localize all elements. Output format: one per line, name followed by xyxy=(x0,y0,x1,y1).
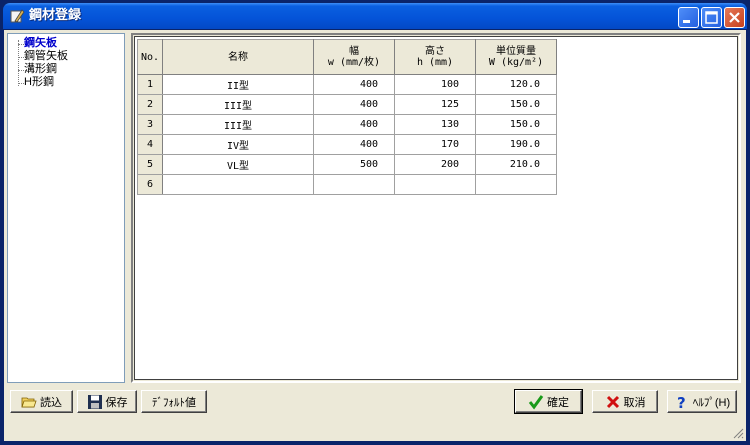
data-grid[interactable]: No. 名称 幅 w (mm/枚) 高さ h (mm) 単位質量 W (kg/m… xyxy=(134,36,738,380)
header-unit-mass-unit: W (kg/m²) xyxy=(488,57,544,68)
close-button[interactable] xyxy=(724,7,745,28)
tree-item-steel-pipe-sheet-pile[interactable]: 鋼管矢板 xyxy=(24,50,68,63)
cell-height[interactable]: 125 xyxy=(394,94,476,115)
window-title: 鋼材登録 xyxy=(29,8,82,23)
svg-text:?: ? xyxy=(677,394,686,410)
grid-frame: No. 名称 幅 w (mm/枚) 高さ h (mm) 単位質量 W (kg/m… xyxy=(131,33,741,383)
tree-item-channel-steel[interactable]: 溝形鋼 xyxy=(24,63,57,76)
header-width-unit: w (mm/枚) xyxy=(327,57,381,68)
table-row[interactable]: 1 II型 400 100 120.0 xyxy=(137,74,557,95)
maximize-icon xyxy=(705,11,718,24)
cell-name[interactable]: II型 xyxy=(162,74,314,95)
header-width: 幅 w (mm/枚) xyxy=(313,39,395,75)
header-no: No. xyxy=(137,39,163,75)
client-area: 鋼矢板 鋼管矢板 溝形鋼 H形鋼 No. 名称 幅 w (mm/枚) 高さ h … xyxy=(4,30,746,441)
save-button-label: 保存 xyxy=(105,396,128,409)
table-row[interactable]: 2 III型 400 125 150.0 xyxy=(137,94,557,115)
steel-table: No. 名称 幅 w (mm/枚) 高さ h (mm) 単位質量 W (kg/m… xyxy=(137,39,557,195)
cell-height[interactable]: 130 xyxy=(394,114,476,135)
row-number[interactable]: 4 xyxy=(137,134,163,155)
table-row[interactable]: 4 IV型 400 170 190.0 xyxy=(137,134,557,155)
cell-name[interactable]: IV型 xyxy=(162,134,314,155)
header-height-label: 高さ xyxy=(425,46,445,57)
cancel-button-label: 取消 xyxy=(623,396,646,409)
cell-unit-mass[interactable] xyxy=(475,174,557,195)
open-folder-icon xyxy=(21,397,37,407)
maximize-button[interactable] xyxy=(701,7,722,28)
row-number[interactable]: 6 xyxy=(137,174,163,195)
help-button[interactable]: ? ﾍﾙﾌﾟ(H) xyxy=(667,390,737,413)
minimize-button[interactable] xyxy=(678,7,699,28)
red-x-icon xyxy=(606,395,619,408)
cell-width[interactable]: 400 xyxy=(313,134,395,155)
tree-item-h-beam[interactable]: H形鋼 xyxy=(24,76,54,89)
cell-height[interactable]: 100 xyxy=(394,74,476,95)
ok-button-label: 確定 xyxy=(547,396,569,409)
ok-button[interactable]: 確定 xyxy=(514,389,583,414)
floppy-disk-icon xyxy=(87,394,102,409)
tree-item-steel-sheet-pile[interactable]: 鋼矢板 xyxy=(24,37,57,50)
default-values-button-label: ﾃﾞﾌｫﾙﾄ値 xyxy=(152,396,196,409)
header-height-unit: h (mm) xyxy=(416,57,454,68)
cell-width[interactable] xyxy=(313,174,395,195)
load-button-label: 読込 xyxy=(40,396,62,409)
table-row[interactable]: 3 III型 400 130 150.0 xyxy=(137,114,557,135)
table-row[interactable]: 6 xyxy=(137,174,557,195)
row-number[interactable]: 1 xyxy=(137,74,163,95)
row-number[interactable]: 5 xyxy=(137,154,163,175)
tree-connector xyxy=(18,40,19,86)
load-button[interactable]: 読込 xyxy=(10,390,73,413)
row-number[interactable]: 3 xyxy=(137,114,163,135)
cell-width[interactable]: 400 xyxy=(313,94,395,115)
header-unit-mass-label: 単位質量 xyxy=(496,46,536,57)
cell-height[interactable]: 200 xyxy=(394,154,476,175)
question-mark-icon: ? xyxy=(677,394,686,410)
row-number[interactable]: 2 xyxy=(137,94,163,115)
cell-unit-mass[interactable]: 120.0 xyxy=(475,74,557,95)
default-values-button[interactable]: ﾃﾞﾌｫﾙﾄ値 xyxy=(141,390,207,413)
cell-name[interactable] xyxy=(162,174,314,195)
cell-name[interactable]: III型 xyxy=(162,114,314,135)
steel-type-tree[interactable]: 鋼矢板 鋼管矢板 溝形鋼 H形鋼 xyxy=(7,33,125,383)
app-icon xyxy=(10,9,25,23)
check-mark-icon xyxy=(528,394,544,409)
close-icon xyxy=(729,12,740,23)
cell-name[interactable]: VL型 xyxy=(162,154,314,175)
cell-unit-mass[interactable]: 190.0 xyxy=(475,134,557,155)
save-button[interactable]: 保存 xyxy=(77,390,137,413)
header-unit-mass: 単位質量 W (kg/m²) xyxy=(475,39,557,75)
header-name: 名称 xyxy=(162,39,314,75)
minimize-icon xyxy=(683,20,690,23)
title-bar[interactable]: 鋼材登録 xyxy=(3,3,747,29)
app-window: 鋼材登録 鋼矢板 鋼管矢板 溝形鋼 H形鋼 No. 名称 幅 w (mm/枚) … xyxy=(0,0,750,445)
cell-height[interactable]: 170 xyxy=(394,134,476,155)
help-button-label: ﾍﾙﾌﾟ(H) xyxy=(692,396,731,409)
header-height: 高さ h (mm) xyxy=(394,39,476,75)
cell-width[interactable]: 400 xyxy=(313,114,395,135)
cell-unit-mass[interactable]: 150.0 xyxy=(475,94,557,115)
cancel-button[interactable]: 取消 xyxy=(592,390,658,413)
header-width-label: 幅 xyxy=(349,46,359,57)
cell-width[interactable]: 500 xyxy=(313,154,395,175)
cell-unit-mass[interactable]: 210.0 xyxy=(475,154,557,175)
resize-grip-icon[interactable] xyxy=(732,427,744,439)
cell-height[interactable] xyxy=(394,174,476,195)
cell-name[interactable]: III型 xyxy=(162,94,314,115)
table-header-row: No. 名称 幅 w (mm/枚) 高さ h (mm) 単位質量 W (kg/m… xyxy=(137,39,557,75)
table-row[interactable]: 5 VL型 500 200 210.0 xyxy=(137,154,557,175)
cell-unit-mass[interactable]: 150.0 xyxy=(475,114,557,135)
cell-width[interactable]: 400 xyxy=(313,74,395,95)
